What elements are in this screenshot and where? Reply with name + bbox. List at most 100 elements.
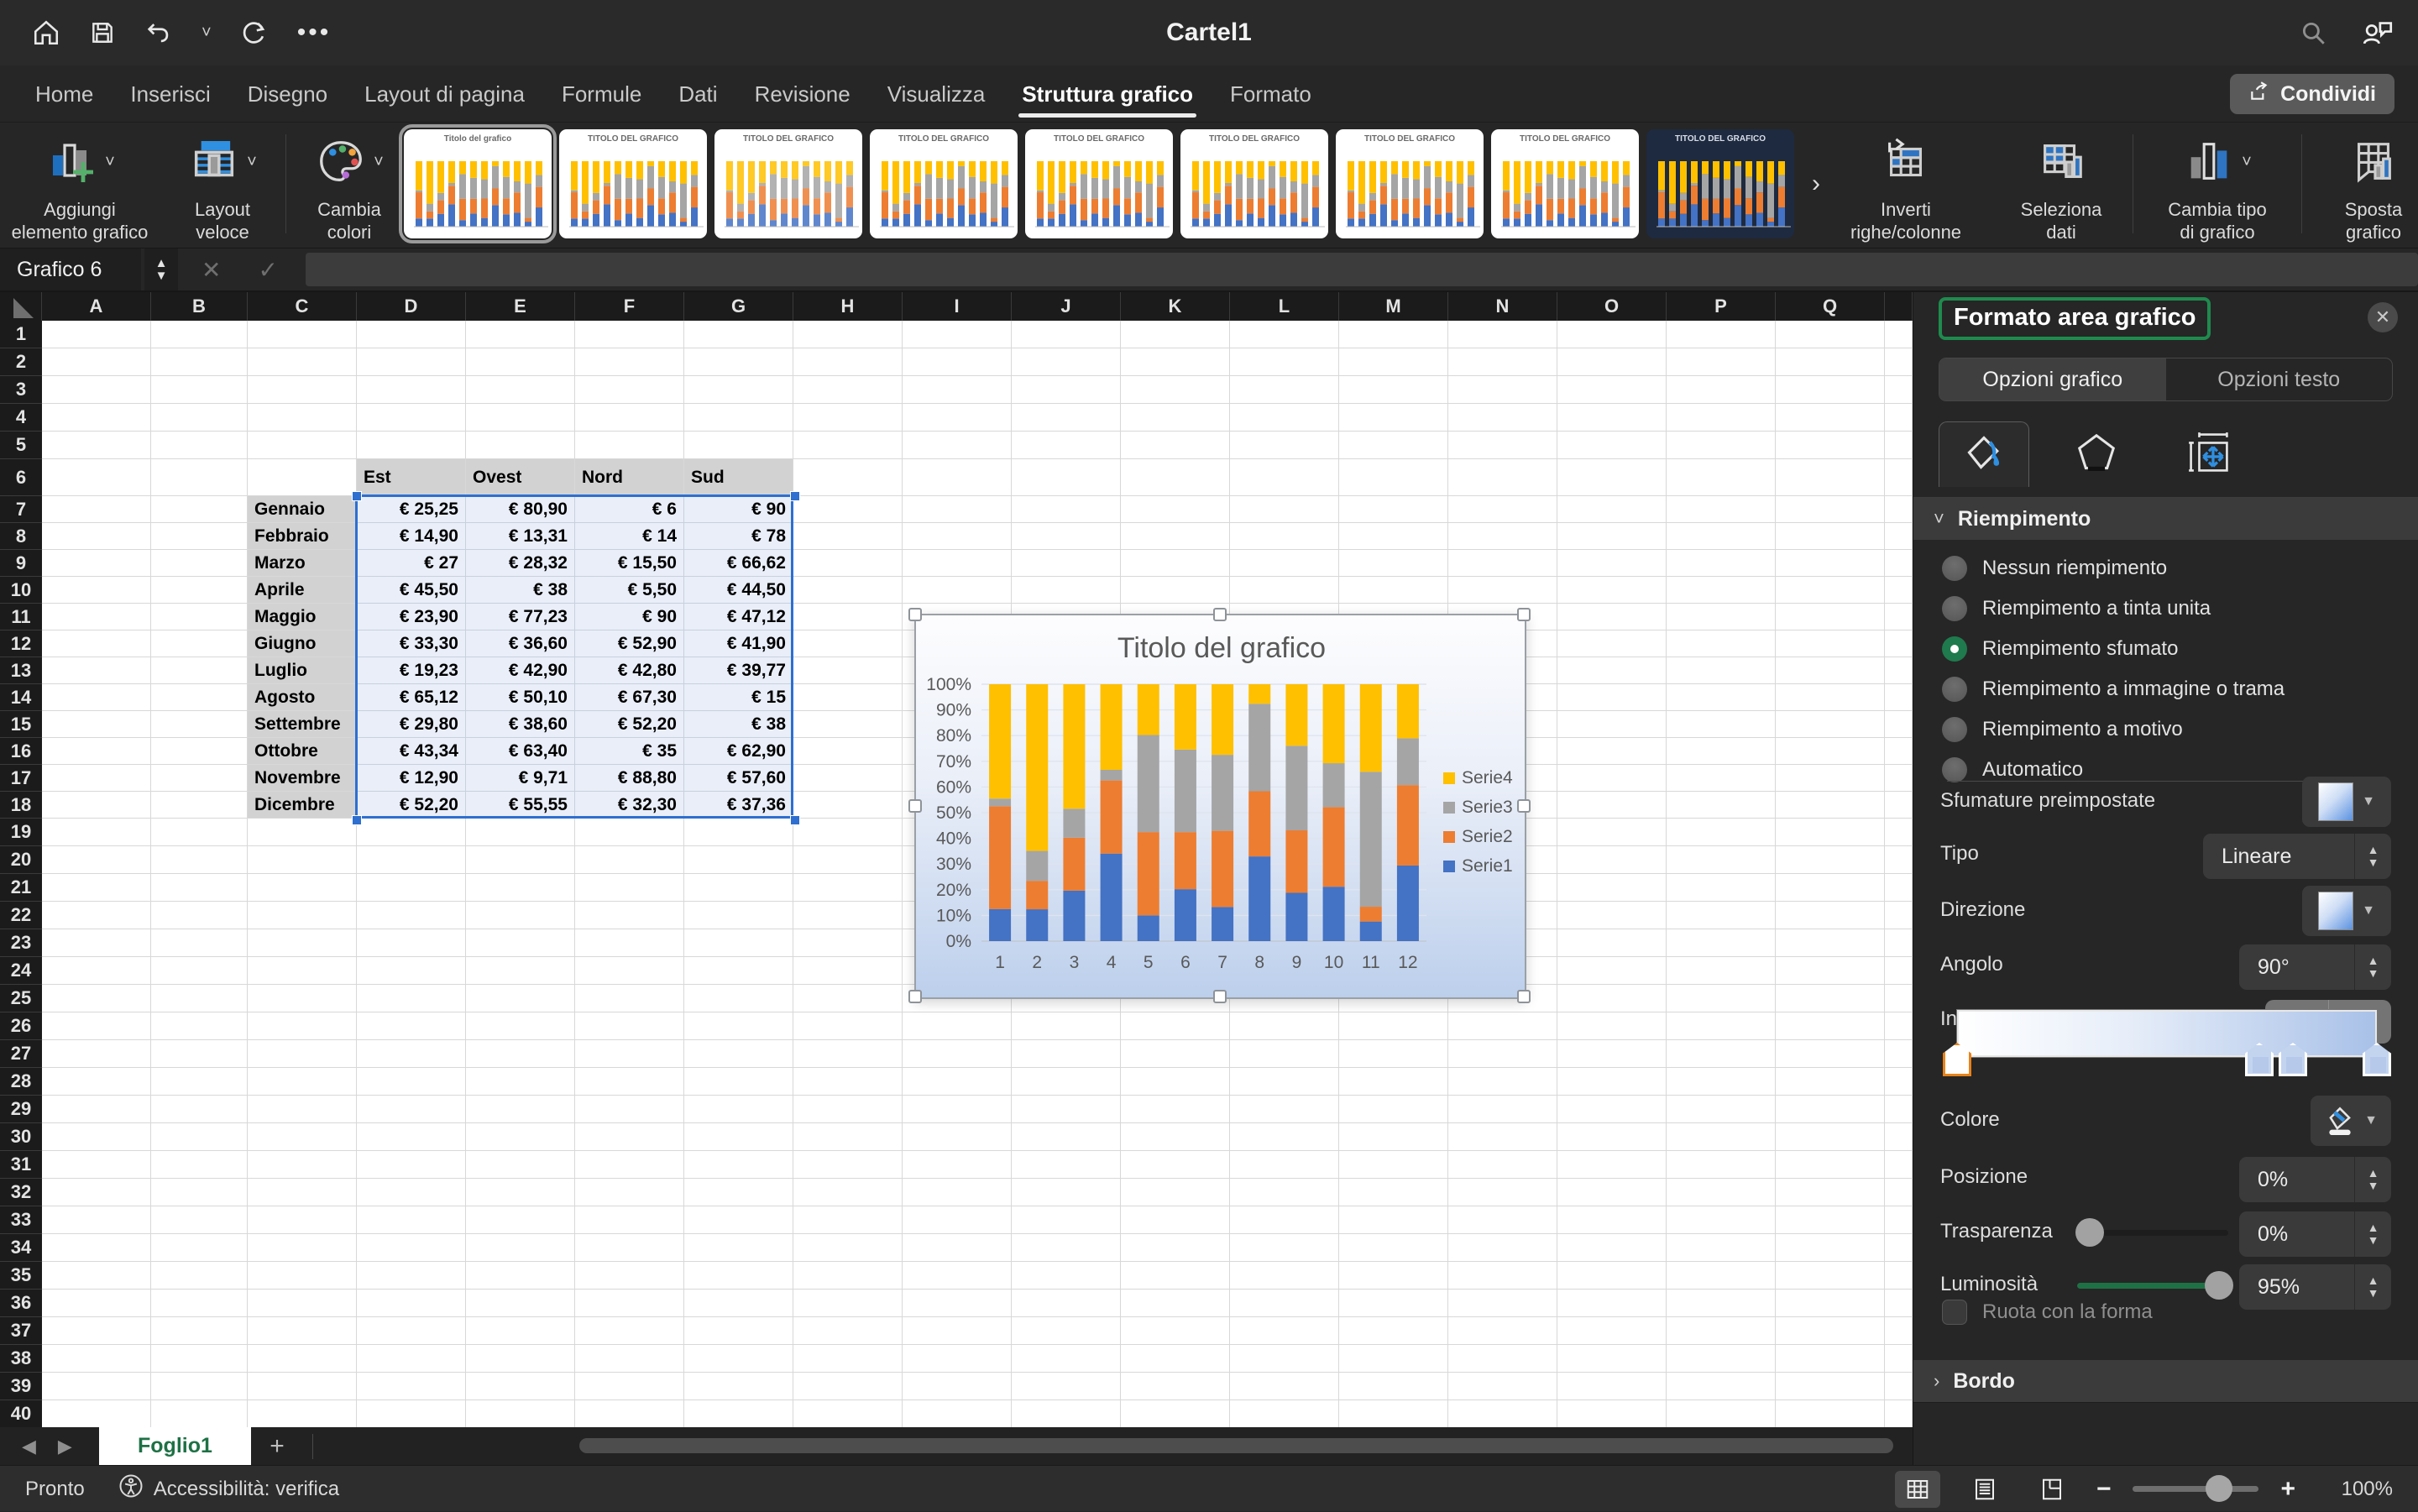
cell-D26[interactable] [357, 1012, 466, 1040]
cell-I9[interactable] [903, 550, 1012, 577]
zoom-slider[interactable] [2133, 1486, 2258, 1492]
cell-E9[interactable]: € 28,32 [466, 550, 575, 577]
cell-P20[interactable] [1667, 846, 1776, 874]
cell-O31[interactable] [1557, 1151, 1667, 1179]
cell-R19[interactable] [1885, 819, 1913, 846]
cell-O30[interactable] [1557, 1123, 1667, 1151]
cell-L28[interactable] [1230, 1068, 1339, 1096]
fill-option-nessun-riempimento[interactable]: Nessun riempimento [1942, 554, 2285, 583]
move-chart-button[interactable]: Sposta grafico [2302, 123, 2418, 243]
cell-H21[interactable] [793, 874, 903, 902]
cell-F35[interactable] [575, 1262, 684, 1290]
switch-row-column-button[interactable]: Inverti righe/colonne [1822, 123, 1990, 243]
angle-stepper[interactable]: 90° ▲▼ [2239, 944, 2391, 990]
page-break-view-icon[interactable] [2029, 1471, 2075, 1508]
cell-N3[interactable] [1448, 376, 1557, 404]
cell-Q24[interactable] [1776, 957, 1885, 985]
cell-F32[interactable] [575, 1179, 684, 1206]
cell-A39[interactable] [42, 1373, 151, 1400]
cell-O13[interactable] [1557, 657, 1667, 684]
cell-G32[interactable] [684, 1179, 793, 1206]
column-header-Q[interactable]: Q [1776, 292, 1885, 321]
cell-C19[interactable] [248, 819, 357, 846]
cell-L9[interactable] [1230, 550, 1339, 577]
fill-section-header[interactable]: ˅ Riempimento [1913, 498, 2418, 540]
cell-F18[interactable]: € 32,30 [575, 792, 684, 819]
cell-J6[interactable] [1012, 459, 1121, 496]
cell-K28[interactable] [1121, 1068, 1230, 1096]
cell-P5[interactable] [1667, 432, 1776, 459]
cell-D30[interactable] [357, 1123, 466, 1151]
cell-L38[interactable] [1230, 1345, 1339, 1373]
zoom-slider-thumb[interactable] [2206, 1475, 2232, 1502]
cell-B32[interactable] [151, 1179, 248, 1206]
cell-E28[interactable] [466, 1068, 575, 1096]
cell-E7[interactable]: € 80,90 [466, 496, 575, 523]
cell-R20[interactable] [1885, 846, 1913, 874]
share-button[interactable]: Condividi [2230, 74, 2394, 114]
cell-O25[interactable] [1557, 985, 1667, 1012]
cell-E4[interactable] [466, 404, 575, 432]
cell-M35[interactable] [1339, 1262, 1448, 1290]
cell-C29[interactable] [248, 1096, 357, 1123]
cell-F6[interactable]: Nord [575, 459, 684, 496]
cell-M38[interactable] [1339, 1345, 1448, 1373]
cell-K10[interactable] [1121, 577, 1230, 604]
cell-C22[interactable] [248, 902, 357, 929]
cell-A19[interactable] [42, 819, 151, 846]
cell-H25[interactable] [793, 985, 903, 1012]
cell-G40[interactable] [684, 1400, 793, 1427]
cell-O32[interactable] [1557, 1179, 1667, 1206]
cell-R38[interactable] [1885, 1345, 1913, 1373]
cell-D27[interactable] [357, 1040, 466, 1068]
cell-P17[interactable] [1667, 765, 1776, 792]
cell-F33[interactable] [575, 1206, 684, 1234]
cell-P39[interactable] [1667, 1373, 1776, 1400]
cell-F9[interactable]: € 15,50 [575, 550, 684, 577]
cell-D37[interactable] [357, 1317, 466, 1345]
cell-O5[interactable] [1557, 432, 1667, 459]
ribbon-tab-home[interactable]: Home [17, 65, 112, 123]
cell-E14[interactable]: € 50,10 [466, 684, 575, 711]
cell-C23[interactable] [248, 929, 357, 957]
cell-D10[interactable]: € 45,50 [357, 577, 466, 604]
cell-B20[interactable] [151, 846, 248, 874]
cell-I5[interactable] [903, 432, 1012, 459]
cell-R32[interactable] [1885, 1179, 1913, 1206]
row-header-35[interactable]: 35 [0, 1262, 42, 1290]
cell-R26[interactable] [1885, 1012, 1913, 1040]
cell-H18[interactable] [793, 792, 903, 819]
cell-K39[interactable] [1121, 1373, 1230, 1400]
cell-B2[interactable] [151, 348, 248, 376]
cell-P24[interactable] [1667, 957, 1776, 985]
cell-E21[interactable] [466, 874, 575, 902]
cell-R3[interactable] [1885, 376, 1913, 404]
cell-E38[interactable] [466, 1345, 575, 1373]
cell-J32[interactable] [1012, 1179, 1121, 1206]
cell-A22[interactable] [42, 902, 151, 929]
cell-N31[interactable] [1448, 1151, 1557, 1179]
cell-H36[interactable] [793, 1290, 903, 1317]
cell-B37[interactable] [151, 1317, 248, 1345]
cell-E15[interactable]: € 38,60 [466, 711, 575, 738]
cell-Q23[interactable] [1776, 929, 1885, 957]
row-header-16[interactable]: 16 [0, 738, 42, 765]
cell-B25[interactable] [151, 985, 248, 1012]
row-header-3[interactable]: 3 [0, 376, 42, 404]
cell-B8[interactable] [151, 523, 248, 550]
cell-K1[interactable] [1121, 321, 1230, 348]
cell-M26[interactable] [1339, 1012, 1448, 1040]
cell-P22[interactable] [1667, 902, 1776, 929]
column-header-P[interactable]: P [1667, 292, 1776, 321]
select-all-corner[interactable] [0, 292, 42, 321]
chart-resize-handle[interactable] [1213, 990, 1227, 1003]
cell-R36[interactable] [1885, 1290, 1913, 1317]
column-header-C[interactable]: C [248, 292, 357, 321]
brightness-slider[interactable] [2077, 1283, 2228, 1289]
cell-R7[interactable] [1885, 496, 1913, 523]
cell-P7[interactable] [1667, 496, 1776, 523]
cell-D11[interactable]: € 23,90 [357, 604, 466, 630]
cell-F26[interactable] [575, 1012, 684, 1040]
cell-Q13[interactable] [1776, 657, 1885, 684]
cell-L40[interactable] [1230, 1400, 1339, 1427]
